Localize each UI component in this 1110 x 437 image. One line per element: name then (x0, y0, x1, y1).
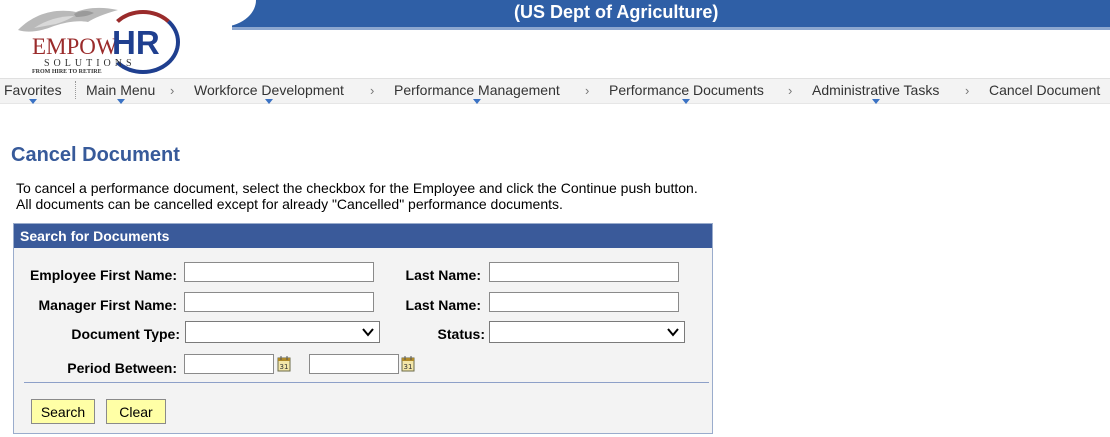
page-instructions: To cancel a performance document, select… (16, 180, 698, 212)
svg-text:31: 31 (404, 363, 413, 371)
nav-item-favorites[interactable]: Favorites (4, 82, 62, 104)
chevron-down-icon (667, 328, 679, 337)
logo-brand-hr: HR (112, 24, 160, 61)
period-between-label: Period Between: (67, 360, 177, 376)
nav-item-workforce-development[interactable]: Workforce Development (194, 82, 344, 104)
breadcrumb-separator: › (788, 83, 793, 98)
period-start-date-input[interactable] (184, 354, 274, 374)
nav-item-cancel-document[interactable]: Cancel Document (989, 82, 1100, 98)
nav-item-label: Cancel Document (989, 82, 1101, 98)
status-label: Status: (437, 326, 485, 342)
panel-divider (24, 382, 709, 383)
manager-first-name-label: Manager First Name: (38, 297, 177, 313)
header-strip (232, 27, 1110, 30)
manager-last-name-label: Last Name: (405, 297, 481, 313)
employee-first-name-input[interactable] (184, 262, 374, 282)
period-end-date-input[interactable] (309, 354, 399, 374)
nav-item-administrative-tasks[interactable]: Administrative Tasks (812, 82, 940, 104)
document-type-label: Document Type: (71, 326, 180, 342)
nav-item-label: Administrative Tasks (812, 82, 940, 98)
chevron-down-icon (871, 99, 880, 104)
status-select[interactable] (489, 321, 685, 343)
empowhr-logo[interactable]: EMPOW HR SOLUTIONS FROM HIRE TO RETIRE (14, 4, 214, 76)
nav-item-performance-documents[interactable]: Performance Documents (609, 82, 764, 104)
nav-item-label: Performance Management (394, 82, 560, 98)
nav-item-main-menu[interactable]: Main Menu (86, 82, 156, 104)
calendar-icon[interactable]: 31 (277, 356, 291, 372)
nav-item-label: Favorites (4, 82, 62, 98)
chevron-down-icon (362, 328, 374, 337)
employee-first-name-label: Employee First Name: (29, 267, 177, 283)
nav-item-label: Main Menu (86, 82, 156, 98)
document-type-select[interactable] (185, 321, 380, 343)
chevron-down-icon (28, 99, 37, 104)
manager-first-name-input[interactable] (184, 292, 374, 312)
page-title: Cancel Document (11, 144, 180, 166)
header-title: (US Dept of Agriculture) (514, 2, 719, 22)
nav-divider (75, 81, 76, 99)
breadcrumb-separator: › (170, 83, 175, 98)
svg-text:31: 31 (280, 363, 289, 371)
employee-last-name-label: Last Name: (405, 267, 481, 283)
nav-item-performance-management[interactable]: Performance Management (394, 82, 560, 104)
search-panel-header: Search for Documents (14, 224, 712, 248)
search-panel: Search for Documents Employee First Name… (13, 223, 713, 434)
manager-last-name-input[interactable] (489, 292, 679, 312)
calendar-icon[interactable]: 31 (401, 356, 415, 372)
chevron-down-icon (116, 99, 125, 104)
chevron-down-icon (472, 99, 481, 104)
breadcrumb-separator: › (965, 83, 970, 98)
nav-item-label: Performance Documents (609, 82, 764, 98)
search-button[interactable]: Search (31, 399, 95, 424)
breadcrumb-separator: › (370, 83, 375, 98)
breadcrumb-separator: › (585, 83, 590, 98)
clear-button[interactable]: Clear (106, 399, 166, 424)
app-header: (US Dept of Agriculture) EMPOW HR SOLUTI… (0, 0, 1110, 78)
logo-brand-empow: EMPOW (32, 34, 118, 59)
employee-last-name-input[interactable] (489, 262, 679, 282)
nav-item-label: Workforce Development (194, 82, 344, 98)
chevron-down-icon (682, 99, 691, 104)
breadcrumb-nav: Favorites Main Menu › Workforce Developm… (0, 78, 1110, 104)
chevron-down-icon (264, 99, 273, 104)
logo-subtitle: SOLUTIONS (44, 58, 136, 69)
logo-tagline: FROM HIRE TO RETIRE (32, 69, 102, 75)
